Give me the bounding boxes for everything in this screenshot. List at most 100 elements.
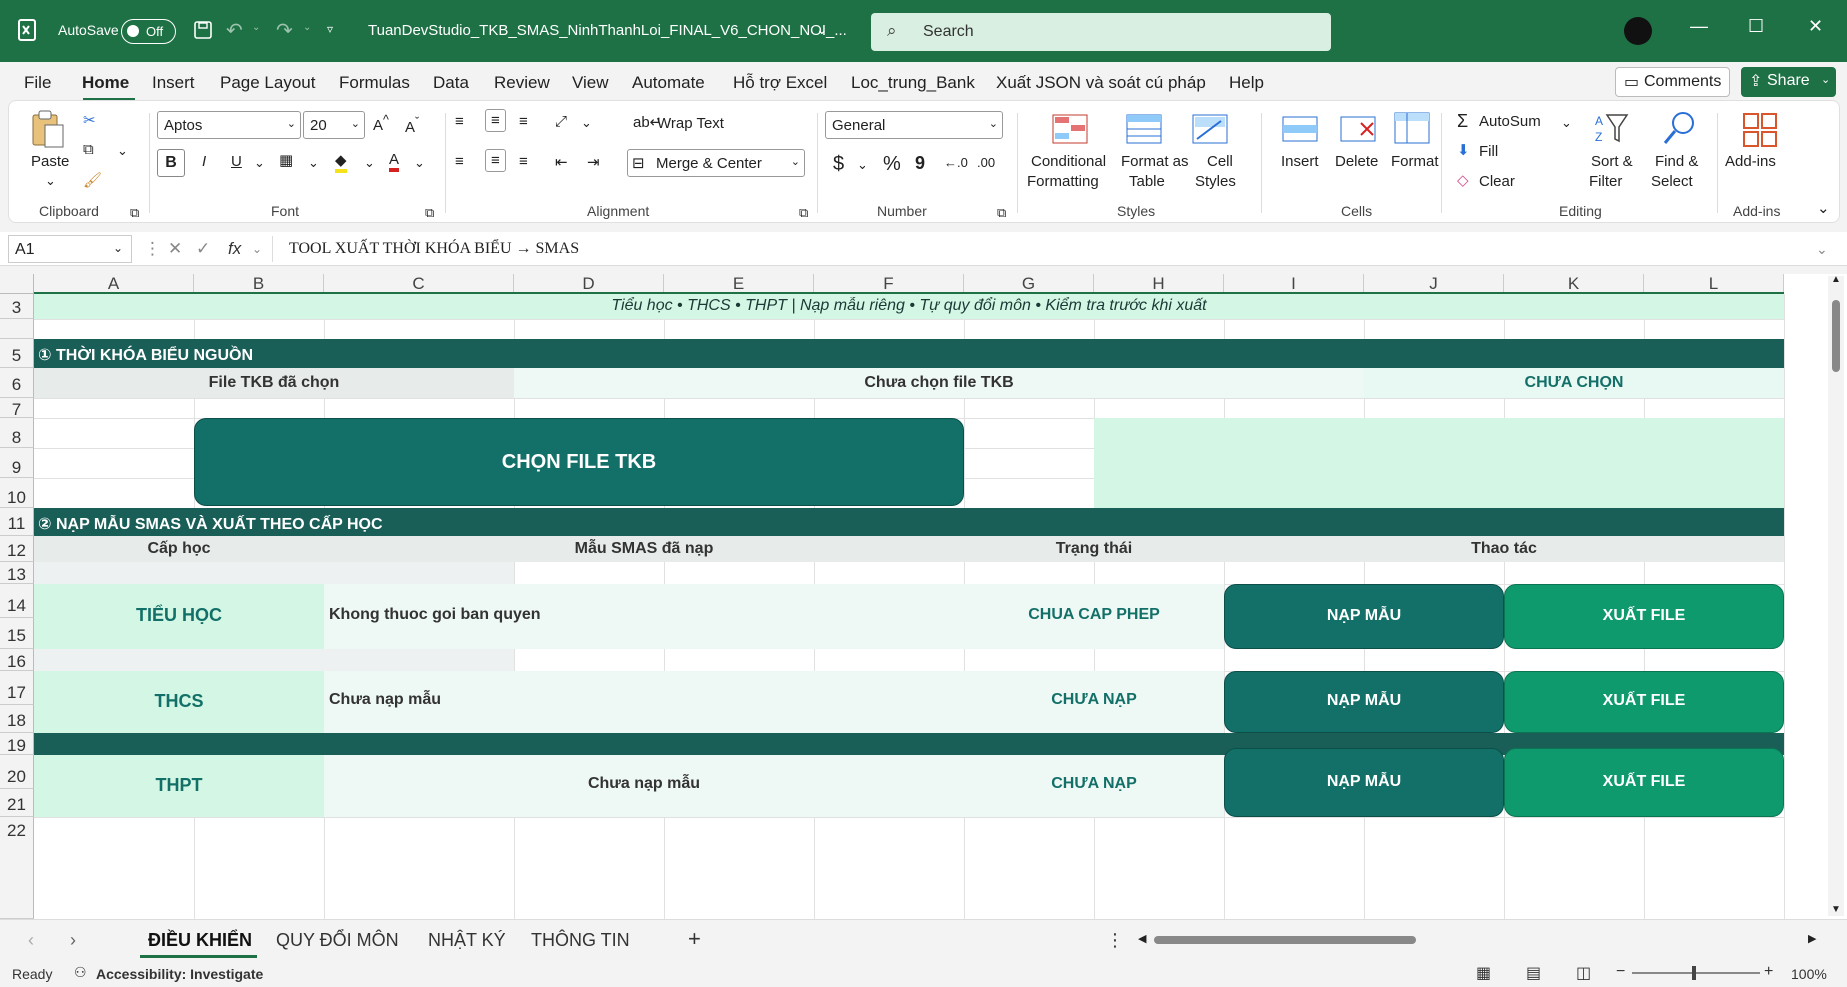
copy-dropdown-icon[interactable]: ⌄ (117, 143, 128, 159)
level-tieu-hoc[interactable]: TIỂU HỌC (34, 584, 324, 649)
row-header-7[interactable]: 7 (0, 398, 34, 419)
font-size-select[interactable]: 20 ⌄ (303, 111, 365, 139)
delete-cells-label[interactable]: Delete (1335, 153, 1378, 170)
autosave-toggle[interactable]: Off (121, 19, 176, 44)
column-header-d[interactable]: D (514, 274, 664, 294)
column-header-c[interactable]: C (324, 274, 514, 294)
vertical-scroll-thumb[interactable] (1832, 300, 1840, 372)
clipboard-launcher-icon[interactable]: ⧉ (130, 205, 139, 221)
row-header-15[interactable]: 15 (0, 618, 34, 649)
find-select-label-2[interactable]: Select (1651, 173, 1693, 190)
column-header-k[interactable]: K (1504, 274, 1644, 294)
avatar[interactable] (1624, 17, 1652, 45)
enter-icon[interactable]: ✓ (196, 239, 210, 259)
insert-cells-icon[interactable] (1281, 113, 1319, 151)
row-header-22[interactable]: 22 (0, 817, 34, 919)
zoom-slider[interactable] (1632, 966, 1760, 980)
zoom-slider-thumb[interactable] (1692, 966, 1696, 980)
addins-label[interactable]: Add-ins (1725, 153, 1776, 170)
orientation-dropdown-icon[interactable]: ⌄ (581, 115, 592, 131)
row-header-11[interactable]: 11 (0, 508, 34, 536)
row-header-5[interactable]: 5 (0, 339, 34, 368)
clear-icon[interactable]: ◇ (1457, 171, 1469, 189)
cell-styles-label-2[interactable]: Styles (1195, 173, 1236, 190)
align-left-icon[interactable]: ≡ (455, 153, 464, 170)
redo-dropdown-icon[interactable]: ⌄ (303, 22, 311, 33)
autosum-button[interactable]: AutoSum (1479, 113, 1541, 130)
more-options-icon[interactable]: ⋮ (144, 239, 161, 259)
export-file-button-tieu-hoc[interactable]: XUẤT FILE (1504, 584, 1784, 649)
addins-icon[interactable] (1741, 111, 1779, 149)
paste-icon[interactable] (29, 109, 67, 148)
conditional-formatting-label-1[interactable]: Conditional (1031, 153, 1106, 170)
conditional-formatting-label-2[interactable]: Formatting (1027, 173, 1099, 190)
row-header-9[interactable]: 9 (0, 448, 34, 478)
menu-page-layout[interactable]: Page Layout (220, 73, 315, 93)
increase-font-icon[interactable]: A^ (373, 113, 389, 134)
decrease-indent-icon[interactable]: ⇤ (555, 153, 568, 171)
worksheet-grid[interactable]: A B C D E F G H I J K L 3 5 6 7 8 9 10 1… (0, 274, 1847, 919)
accessibility-icon[interactable]: ⚇ (74, 964, 87, 981)
borders-dropdown-icon[interactable]: ⌄ (308, 155, 319, 171)
delete-cells-icon[interactable] (1339, 113, 1377, 151)
merge-center-button[interactable]: ⊟ Merge & Center ⌄ (627, 149, 805, 177)
number-format-select[interactable]: General ⌄ (825, 111, 1003, 139)
next-sheet-icon[interactable]: › (70, 930, 76, 951)
menu-file[interactable]: File (24, 73, 51, 93)
menu-ho-tro-excel[interactable]: Hỗ trợ Excel (733, 73, 827, 93)
format-cells-icon[interactable] (1393, 111, 1431, 149)
cancel-icon[interactable]: ✕ (168, 239, 182, 259)
number-launcher-icon[interactable]: ⧉ (997, 205, 1006, 221)
fill-color-dropdown-icon[interactable]: ⌄ (364, 155, 375, 171)
row-header-4[interactable] (0, 319, 34, 339)
load-template-button-tieu-hoc[interactable]: NẠP MẪU (1224, 584, 1504, 649)
row-header-18[interactable]: 18 (0, 705, 34, 733)
level-thpt[interactable]: THPT (34, 755, 324, 817)
horizontal-scrollbar[interactable]: ◀ ▶ (1138, 932, 1818, 948)
file-label[interactable]: File TKB đã chọn (34, 368, 514, 398)
conditional-formatting-icon[interactable] (1051, 113, 1089, 151)
column-header-j[interactable]: J (1364, 274, 1504, 294)
cut-icon[interactable]: ✂ (83, 111, 96, 129)
comma-button[interactable]: 9 (915, 153, 925, 174)
scroll-down-icon[interactable]: ▼ (1831, 904, 1841, 915)
filename-dropdown-icon[interactable]: ⌄ (816, 21, 828, 38)
customize-toolbar-icon[interactable]: ▿ (327, 22, 333, 36)
insert-cells-label[interactable]: Insert (1281, 153, 1319, 170)
row-header-8[interactable]: 8 (0, 418, 34, 448)
name-box[interactable]: A1 ⌄ (8, 235, 132, 263)
percent-button[interactable]: % (883, 153, 901, 176)
accessibility-status[interactable]: Accessibility: Investigate (96, 966, 263, 982)
cell-styles-icon[interactable] (1191, 113, 1229, 151)
file-status[interactable]: CHƯA CHỌN (1364, 368, 1784, 398)
expand-formula-icon[interactable]: ⌄ (1816, 241, 1828, 258)
search-box[interactable]: ⌕ Search (871, 13, 1331, 51)
insert-function-button[interactable]: fx (228, 239, 241, 259)
menu-data[interactable]: Data (433, 73, 469, 93)
vertical-scrollbar[interactable]: ▲ ▼ (1828, 274, 1844, 916)
fill-icon[interactable]: ⬇ (1457, 141, 1470, 159)
sort-filter-icon[interactable]: AZ (1593, 111, 1631, 149)
export-file-button-thpt[interactable]: XUẤT FILE (1504, 748, 1784, 817)
row-header-16[interactable]: 16 (0, 649, 34, 671)
more-sheets-icon[interactable]: ⋮ (1106, 930, 1124, 951)
clear-button[interactable]: Clear (1479, 173, 1515, 190)
section-2-header[interactable]: ② NẠP MẪU SMAS VÀ XUẤT THEO CẤP HỌC (34, 508, 1784, 536)
row-header-17[interactable]: 17 (0, 671, 34, 705)
template-thpt[interactable]: Chưa nạp mẫu (324, 755, 964, 817)
tab-nhat-ky[interactable]: NHẬT KÝ (428, 930, 506, 951)
format-painter-icon[interactable]: 🖌 (83, 171, 102, 189)
cell-styles-label-1[interactable]: Cell (1207, 153, 1233, 170)
level-thcs[interactable]: THCS (34, 671, 324, 733)
font-launcher-icon[interactable]: ⧉ (425, 205, 434, 221)
align-center-icon[interactable]: ≡ (485, 149, 506, 172)
menu-automate[interactable]: Automate (632, 73, 705, 93)
export-file-button-thcs[interactable]: XUẤT FILE (1504, 671, 1784, 733)
close-icon[interactable]: ✕ (1808, 16, 1823, 37)
share-button[interactable]: ⇪ Share ⌄ (1741, 67, 1836, 97)
bold-button[interactable]: B (157, 149, 185, 177)
row-header-12[interactable]: 12 (0, 536, 34, 562)
format-as-table-label-1[interactable]: Format as (1121, 153, 1189, 170)
file-value[interactable]: Chưa chọn file TKB (514, 368, 1364, 398)
format-as-table-label-2[interactable]: Table (1129, 173, 1165, 190)
